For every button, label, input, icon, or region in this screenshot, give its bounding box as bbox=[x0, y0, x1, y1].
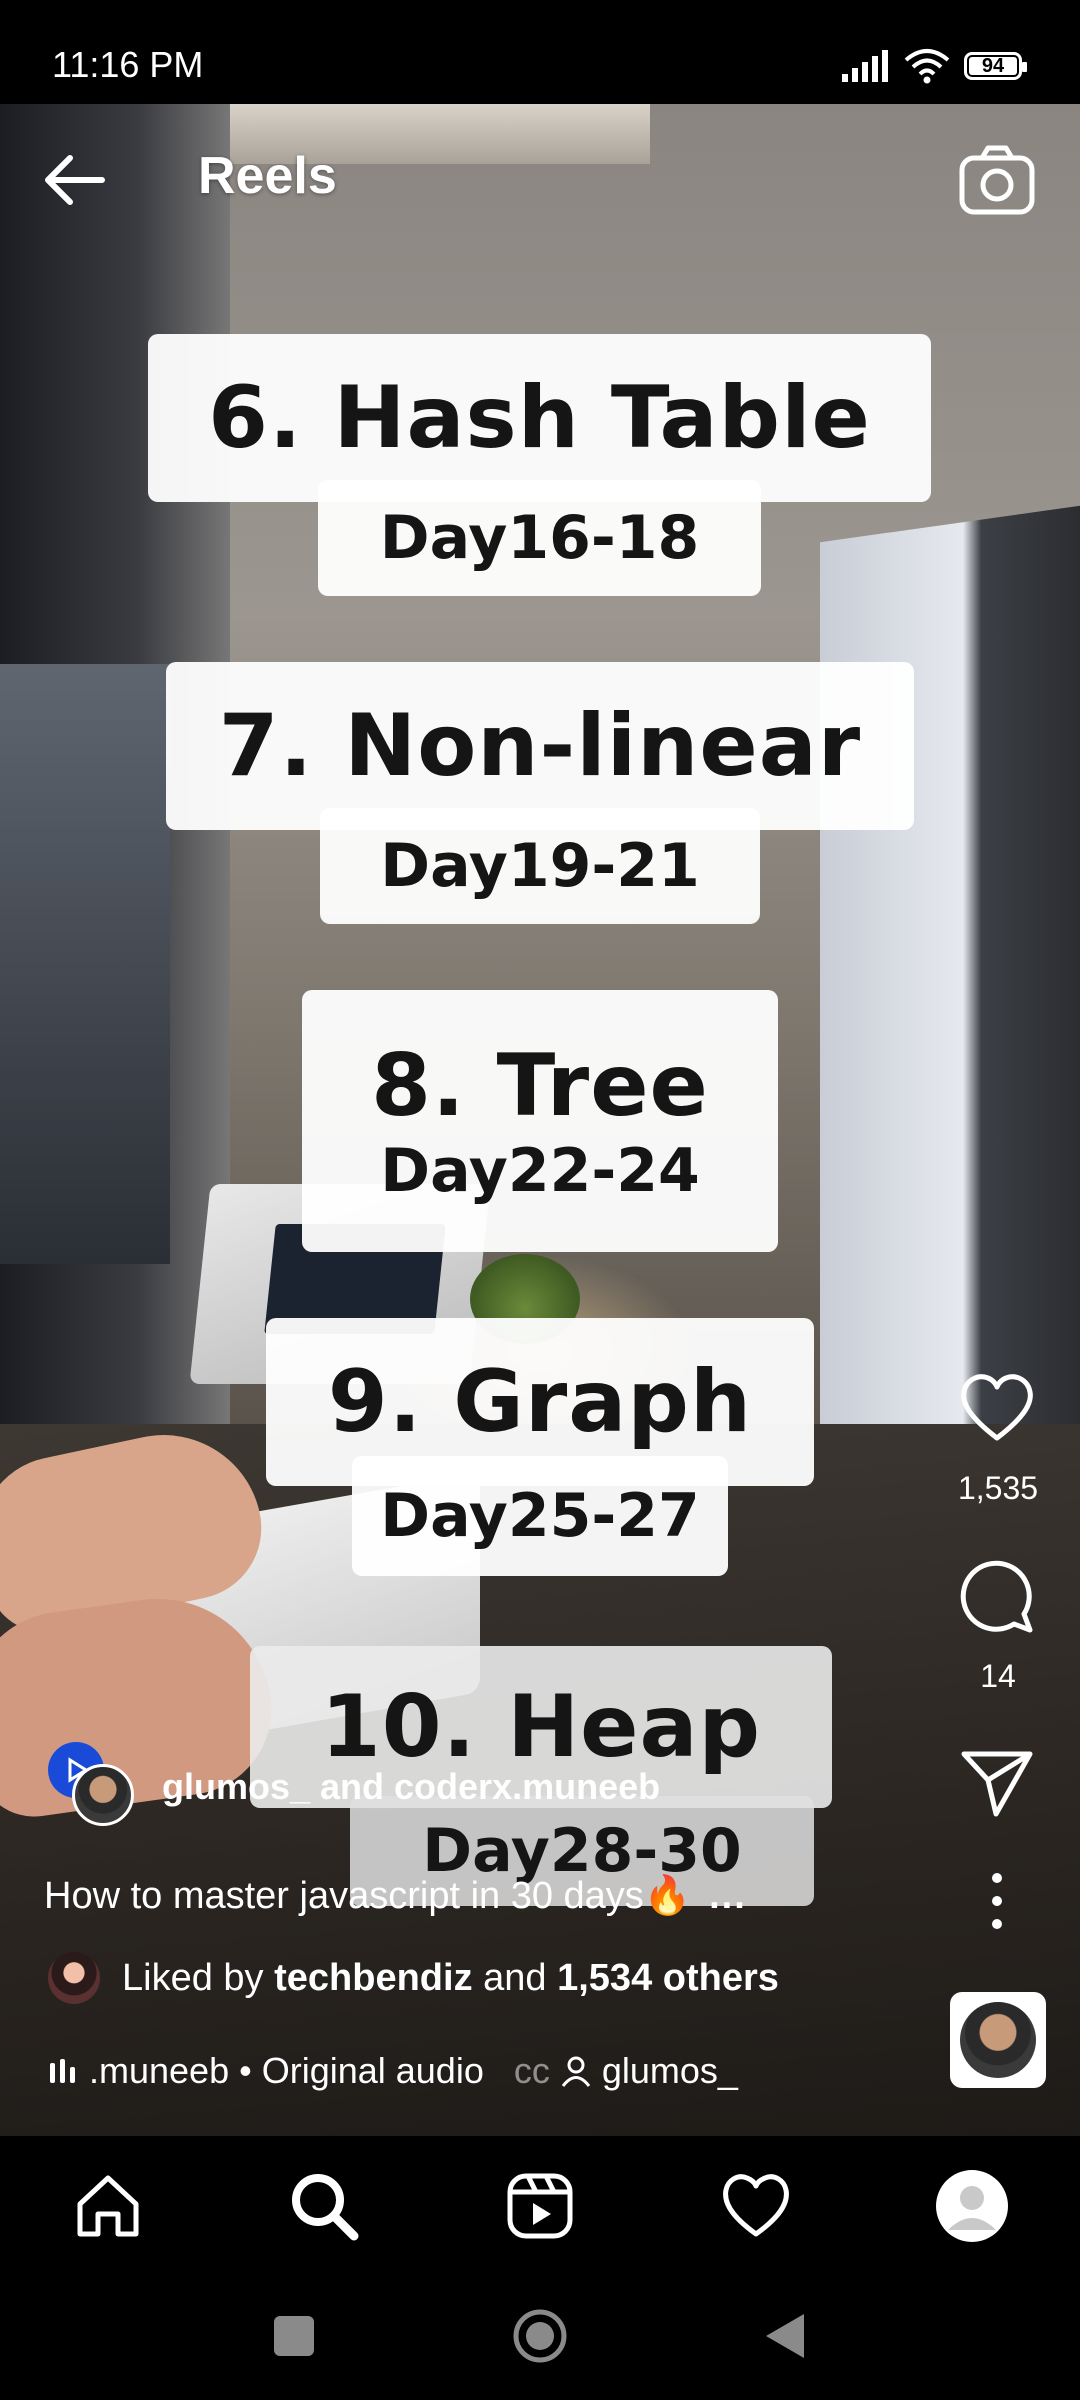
reels-icon[interactable] bbox=[504, 2170, 576, 2242]
audio-row[interactable]: .muneeb • Original audio cc glumos_ bbox=[50, 2046, 738, 2096]
overlay-days: Day19-21 bbox=[380, 831, 700, 901]
overlay-title: 6. Hash Table bbox=[208, 368, 871, 468]
avatar bbox=[960, 2002, 1036, 2078]
liked-by-others[interactable]: 1,534 others bbox=[557, 1957, 779, 2000]
overlay-day-card: Day19-21 bbox=[320, 808, 760, 924]
like-count: 1,535 bbox=[957, 1470, 1039, 1506]
overlay-day-card: Day16-18 bbox=[318, 480, 761, 596]
audio-label[interactable]: .muneeb • Original audio bbox=[89, 2050, 484, 2092]
arrow-left-icon[interactable] bbox=[40, 148, 112, 212]
avatar bbox=[48, 1952, 100, 2004]
status-bar: 11:16 PM 94 bbox=[0, 0, 1080, 104]
heart-icon[interactable] bbox=[958, 1370, 1036, 1448]
more-vertical-icon[interactable] bbox=[958, 1862, 1036, 1940]
battery-level: 94 bbox=[981, 54, 1005, 77]
avatar bbox=[72, 1764, 134, 1826]
recents-square-icon[interactable] bbox=[266, 2308, 322, 2364]
overlay-title-card: 6. Hash Table bbox=[148, 334, 931, 502]
caption-more[interactable]: ... bbox=[709, 1875, 747, 1917]
post-caption[interactable]: How to master javascript in 30 days🔥... bbox=[44, 1874, 747, 1918]
profile-avatar-icon[interactable] bbox=[936, 2170, 1008, 2242]
audio-label-overflow: cc bbox=[513, 2050, 550, 2091]
signal-icon bbox=[842, 50, 888, 82]
overlay-days: Day22-24 bbox=[380, 1136, 700, 1206]
liked-by-row[interactable]: Liked by techbendiz and 1,534 others bbox=[48, 1950, 779, 2006]
overlay-days: Day16-18 bbox=[379, 503, 700, 573]
overlay-title-card: 8. Tree Day22-24 bbox=[302, 990, 778, 1252]
home-icon[interactable] bbox=[72, 2170, 144, 2242]
post-authors[interactable]: glumos_ and coderx.muneeb bbox=[162, 1766, 660, 1808]
liked-by-prefix: Liked by bbox=[122, 1956, 264, 1999]
status-icons: 94 bbox=[840, 46, 1027, 86]
send-icon[interactable] bbox=[958, 1742, 1036, 1820]
post-author-row[interactable]: glumos_ and coderx.muneeb bbox=[48, 1742, 660, 1832]
liked-by-and: and bbox=[483, 1956, 547, 1999]
audio-user[interactable]: glumos_ bbox=[602, 2050, 738, 2092]
heart-icon[interactable] bbox=[720, 2170, 792, 2242]
overlay-day-card: Day25-27 bbox=[352, 1456, 728, 1576]
home-circle-icon[interactable] bbox=[512, 2308, 568, 2364]
overlay-title: 7. Non-linear bbox=[218, 696, 862, 796]
audio-thumbnail[interactable] bbox=[950, 1992, 1046, 2088]
overlay-days: Day25-27 bbox=[380, 1481, 700, 1551]
battery-icon: 94 bbox=[964, 52, 1027, 80]
overlay-title: 9. Graph bbox=[327, 1352, 753, 1452]
overlay-title: 8. Tree bbox=[371, 1036, 709, 1136]
comment-icon[interactable] bbox=[958, 1558, 1036, 1636]
comment-count: 14 bbox=[980, 1658, 1016, 1694]
search-icon[interactable] bbox=[288, 2170, 360, 2242]
wifi-icon bbox=[904, 49, 950, 84]
overlay-title-card: 7. Non-linear bbox=[166, 662, 914, 830]
author-avatars[interactable] bbox=[48, 1742, 158, 1832]
page-title: Reels bbox=[198, 147, 337, 205]
back-triangle-icon[interactable] bbox=[758, 2308, 814, 2364]
audio-bars-icon bbox=[50, 2059, 75, 2083]
status-time: 11:16 PM bbox=[52, 44, 204, 85]
liked-by-user[interactable]: techbendiz bbox=[274, 1957, 472, 2000]
camera-icon[interactable] bbox=[958, 144, 1036, 216]
person-icon bbox=[561, 2056, 591, 2087]
caption-text: How to master javascript in 30 days🔥 bbox=[44, 1875, 692, 1917]
